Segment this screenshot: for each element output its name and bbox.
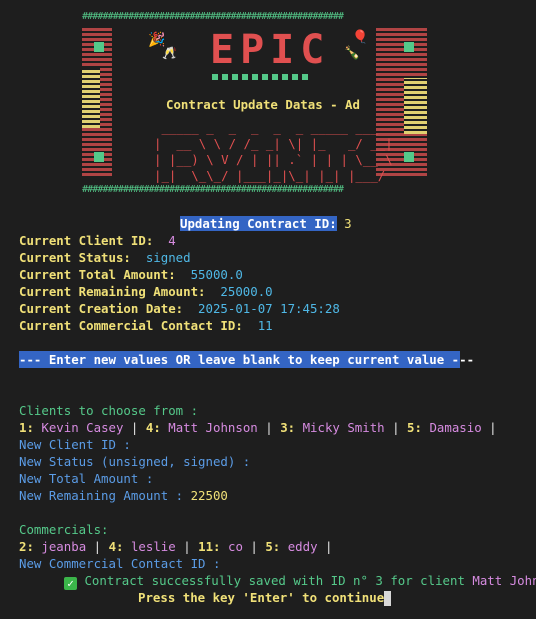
clients-list: 1: Kevin Casey | 4: Matt Johnson | 3: Mi… xyxy=(19,420,497,435)
current-remaining-label: Current Remaining Amount: xyxy=(19,284,206,299)
clients-heading: Clients to choose from : xyxy=(19,403,199,418)
current-remaining-row: Current Remaining Amount: 25000.0 xyxy=(19,283,273,300)
client-id: 3: xyxy=(280,420,296,435)
right-decor-yellow xyxy=(404,78,427,134)
current-commercial-value: 11 xyxy=(257,318,273,333)
current-total-row: Current Total Amount: 55000.0 xyxy=(19,266,243,283)
client-name: Matt Johnson xyxy=(168,420,258,435)
commercial-id: 4: xyxy=(108,539,124,554)
balloon-icon: 🎈 xyxy=(352,30,369,45)
continue-row[interactable]: Press the key 'Enter' to continue xyxy=(138,589,392,606)
new-status-prompt[interactable]: New Status (unsigned, signed) : xyxy=(19,453,250,470)
current-status-label: Current Status: xyxy=(19,250,131,265)
new-total-prompt[interactable]: New Total Amount : xyxy=(19,470,153,487)
check-mark-icon: ✓ xyxy=(64,577,77,590)
updating-contract-line: Updating Contract ID: 3 xyxy=(180,215,352,232)
updating-contract-id: 3 xyxy=(344,216,352,231)
ascii-art: _____ _ _ _ _ _ _____ ___ | __ \ \ / /_ … xyxy=(154,120,393,183)
champagne-glasses-icon: 🥂 xyxy=(162,46,177,60)
banner-subtitle: Contract Update Datas - Ad xyxy=(166,97,360,112)
new-client-id-prompt[interactable]: New Client ID : xyxy=(19,436,131,453)
commercial-name: leslie xyxy=(130,539,176,554)
commercial-name: jeanba xyxy=(41,539,87,554)
client-id: 1: xyxy=(19,420,34,435)
commercials-list: 2: jeanba | 4: leslie | 11: co | 5: eddy… xyxy=(19,539,333,554)
epic-logo: EPIC xyxy=(210,27,331,73)
banner-top-border: ########################################… xyxy=(82,11,344,22)
right-decor-green-2 xyxy=(404,152,414,162)
new-remaining-prompt: New Remaining Amount : xyxy=(19,488,184,503)
current-total-label: Current Total Amount: xyxy=(19,267,176,282)
current-client-id-label: Current Client ID: xyxy=(19,233,154,248)
left-decor-green-2 xyxy=(94,152,104,162)
current-creation-value: 2025-01-07 17:45:28 xyxy=(198,301,340,316)
right-decor-green xyxy=(404,42,414,52)
banner-bottom-border: ########################################… xyxy=(82,184,344,195)
success-message: Contract successfully saved with ID n° 3… xyxy=(84,573,465,588)
client-id: 5: xyxy=(407,420,422,435)
current-status-row: Current Status: signed xyxy=(19,249,191,266)
commercial-name: co xyxy=(227,539,243,554)
commercials-heading: Commercials: xyxy=(19,522,109,537)
updating-contract-label: Updating Contract ID: xyxy=(180,216,337,231)
client-name: Damasio xyxy=(429,420,482,435)
client-id: 4: xyxy=(145,420,161,435)
current-commercial-label: Current Commercial Contact ID: xyxy=(19,318,243,333)
current-client-id-row: Current Client ID: 4 xyxy=(19,232,176,249)
current-status-value: signed xyxy=(145,250,191,265)
current-creation-label: Current Creation Date: xyxy=(19,301,184,316)
epic-banner: ########################################… xyxy=(82,12,427,195)
text-cursor xyxy=(384,591,392,606)
current-client-id-value: 4 xyxy=(168,233,176,248)
commercial-name: eddy xyxy=(287,539,318,554)
commercial-id: 11: xyxy=(198,539,221,554)
champagne-bottle-icon: 🍾 xyxy=(344,46,361,61)
instruction-bar: --- Enter new values OR leave blank to k… xyxy=(19,351,475,368)
new-remaining-row[interactable]: New Remaining Amount : 22500 xyxy=(19,487,228,504)
current-commercial-row: Current Commercial Contact ID: 11 xyxy=(19,317,273,334)
success-client-name: Matt Johnson xyxy=(472,573,536,588)
current-creation-row: Current Creation Date: 2025-01-07 17:45:… xyxy=(19,300,340,317)
success-message-row: ✓ Contract successfully saved with ID n°… xyxy=(64,572,536,590)
client-name: Kevin Casey xyxy=(41,420,124,435)
epic-logo-underline xyxy=(212,74,312,80)
commercial-id: 5: xyxy=(265,539,281,554)
current-total-value: 55000.0 xyxy=(190,267,243,282)
continue-prompt: Press the key 'Enter' to continue xyxy=(138,590,385,605)
left-decor-yellow xyxy=(82,68,100,128)
commercial-id: 2: xyxy=(19,539,34,554)
new-remaining-input[interactable]: 22500 xyxy=(191,488,228,503)
current-remaining-value: 25000.0 xyxy=(220,284,273,299)
client-name: Micky Smith xyxy=(302,420,385,435)
left-decor-green xyxy=(94,42,104,52)
new-commercial-prompt[interactable]: New Commercial Contact ID : xyxy=(19,555,220,572)
